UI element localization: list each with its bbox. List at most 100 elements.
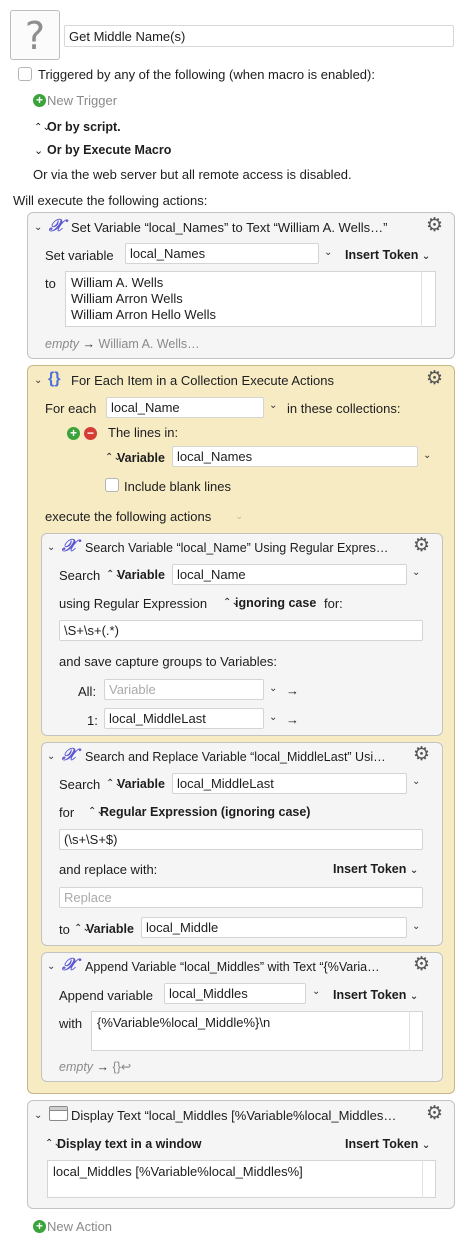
triggered-label: Triggered by any of the following (when …: [38, 67, 375, 82]
chevron-down-icon[interactable]: ⌄: [412, 567, 420, 578]
action-title: Set Variable “local_Names” to Text “Will…: [71, 220, 388, 235]
action-title: Search Variable “local_Name” Using Regul…: [85, 541, 389, 555]
text-area[interactable]: William A. Wells William Arron Wells Wil…: [65, 271, 436, 327]
chevron-down-icon[interactable]: ⌄: [423, 450, 431, 461]
chevron-down-icon[interactable]: ⌄: [269, 400, 277, 411]
new-trigger-link[interactable]: New Trigger: [47, 93, 117, 108]
lines-in-label: The lines in:: [108, 425, 179, 440]
svg-text:?: ?: [25, 15, 45, 55]
regex-field[interactable]: (\s+\S+$): [59, 829, 423, 850]
text-line: William Arron Wells: [71, 291, 183, 306]
gear-icon[interactable]: ⚙: [426, 369, 443, 388]
collapse-chevron-icon[interactable]: ⌄: [34, 1110, 42, 1121]
gear-icon[interactable]: ⚙: [426, 216, 443, 235]
set-variable-label: Set variable: [45, 248, 114, 263]
execute-following-label: execute the following actions: [45, 509, 212, 524]
to-label: to: [45, 276, 56, 291]
new-action-plus-icon[interactable]: +: [33, 1220, 46, 1233]
append-variable-field[interactable]: local_Middles: [164, 983, 306, 1004]
display-text-area[interactable]: local_Middles [%Variable%local_Middles%]: [47, 1160, 436, 1198]
action-display-text[interactable]: ⌄ Display Text “local_Middles [%Variable…: [27, 1100, 455, 1209]
chevron-down-icon[interactable]: ⌄: [312, 986, 320, 997]
include-blank-label: Include blank lines: [124, 479, 231, 494]
search-variable-field[interactable]: local_Name: [172, 564, 407, 585]
web-server-note: Or via the web server but all remote acc…: [33, 167, 352, 182]
scrollbar[interactable]: [409, 1011, 423, 1051]
window-icon: [49, 1106, 68, 1121]
search-label: Search: [59, 568, 101, 583]
action-set-variable[interactable]: ⌄ 𝒳 Set Variable “local_Names” to Text “…: [27, 212, 455, 359]
new-trigger-plus-icon[interactable]: +: [33, 94, 46, 107]
chevron-down-icon: ⌄: [409, 865, 419, 876]
gear-icon[interactable]: ⚙: [413, 536, 430, 555]
chevron-down-icon[interactable]: ⌄: [34, 144, 43, 157]
variable-name-field[interactable]: local_Names: [125, 243, 319, 264]
preview-value: {}↩: [112, 1060, 132, 1074]
insert-token-button[interactable]: Insert Token ⌄: [345, 248, 430, 262]
action-search-variable[interactable]: ⌄ 𝒳 Search Variable “local_Name” Using R…: [41, 533, 443, 736]
case-mode-popup[interactable]: ignoring case: [235, 596, 316, 610]
chevron-down-icon[interactable]: ⌄: [412, 921, 420, 932]
gear-icon[interactable]: ⚙: [413, 745, 430, 764]
action-search-replace[interactable]: ⌄ 𝒳 Search and Replace Variable “local_M…: [41, 742, 443, 946]
regex-field[interactable]: \S+\s+(.*): [59, 620, 423, 641]
collapse-chevron-icon[interactable]: ⌄: [47, 542, 55, 553]
variable-x-icon: 𝒳: [62, 536, 77, 556]
action-for-each[interactable]: ⌄ {} For Each Item in a Collection Execu…: [27, 365, 455, 1094]
with-label: with: [59, 1016, 83, 1031]
macro-title-field[interactable]: Get Middle Name(s): [64, 25, 454, 47]
or-by-script-toggle[interactable]: Or by script.: [47, 120, 121, 134]
insert-token-button[interactable]: Insert Token ⌄: [333, 988, 418, 1002]
scrollbar[interactable]: [422, 1160, 436, 1198]
include-blank-checkbox[interactable]: [105, 478, 119, 492]
gear-icon[interactable]: ⚙: [426, 1104, 443, 1123]
regex-mode-popup[interactable]: Regular Expression (ignoring case): [100, 805, 310, 819]
preview: empty → William A. Wells…: [45, 337, 200, 351]
display-mode-popup[interactable]: Display text in a window: [57, 1137, 201, 1151]
item-variable-field[interactable]: local_Name: [106, 397, 264, 418]
add-collection-icon[interactable]: +: [67, 427, 80, 440]
action-append-variable[interactable]: ⌄ 𝒳 Append Variable “local_Middles” with…: [41, 952, 443, 1082]
text-line: William Arron Hello Wells: [71, 307, 216, 322]
scrollbar[interactable]: [421, 271, 436, 327]
chevron-down-icon[interactable]: ⌄: [269, 683, 277, 694]
append-text-area[interactable]: {%Variable%local_Middle%}\n: [91, 1011, 423, 1051]
insert-token-button[interactable]: Insert Token ⌄: [333, 862, 418, 876]
insert-token-label: Insert Token: [333, 862, 407, 876]
insert-token-label: Insert Token: [333, 988, 407, 1002]
collapse-chevron-icon[interactable]: ⌄: [34, 222, 42, 233]
all-variable-field[interactable]: Variable: [104, 679, 264, 700]
chevron-down-icon[interactable]: ⌄: [235, 511, 243, 522]
macro-icon-well[interactable]: ?: [10, 10, 60, 60]
collapse-chevron-icon[interactable]: ⌄: [47, 751, 55, 762]
insert-token-label: Insert Token: [345, 248, 419, 262]
for-label: for: [59, 805, 75, 820]
variable-type-label[interactable]: Variable: [117, 568, 165, 582]
variable-x-icon: 𝒳: [62, 955, 77, 975]
collapse-chevron-icon[interactable]: ⌄: [34, 375, 42, 386]
collection-variable-field[interactable]: local_Names: [172, 446, 418, 467]
new-action-link[interactable]: New Action: [47, 1219, 112, 1234]
variable-type-label[interactable]: Variable: [117, 451, 165, 465]
search-variable-field[interactable]: local_MiddleLast: [172, 773, 407, 794]
variable-x-icon: 𝒳: [62, 745, 77, 765]
for-label: for:: [324, 596, 343, 611]
group1-variable-field[interactable]: local_MiddleLast: [104, 708, 264, 729]
variable-dropdown-icon[interactable]: ⌄: [324, 247, 332, 258]
for-each-label: For each: [45, 401, 97, 416]
replace-field[interactable]: Replace: [59, 887, 423, 908]
triggered-checkbox[interactable]: [18, 67, 32, 81]
action-title: Search and Replace Variable “local_Middl…: [85, 750, 386, 764]
variable-type-label[interactable]: Variable: [86, 922, 134, 936]
gear-icon[interactable]: ⚙: [413, 955, 430, 974]
collapse-chevron-icon[interactable]: ⌄: [47, 961, 55, 972]
insert-token-button[interactable]: Insert Token ⌄: [345, 1137, 430, 1151]
or-by-execute-macro-toggle[interactable]: Or by Execute Macro: [47, 143, 171, 157]
to-variable-field[interactable]: local_Middle: [141, 917, 407, 938]
chevron-down-icon[interactable]: ⌄: [412, 776, 420, 787]
preview-value: William A. Wells…: [98, 337, 200, 351]
remove-collection-icon[interactable]: −: [84, 427, 97, 440]
chevron-down-icon[interactable]: ⌄: [269, 712, 277, 723]
arrow-right-icon: →: [82, 337, 96, 351]
variable-type-label[interactable]: Variable: [117, 777, 165, 791]
